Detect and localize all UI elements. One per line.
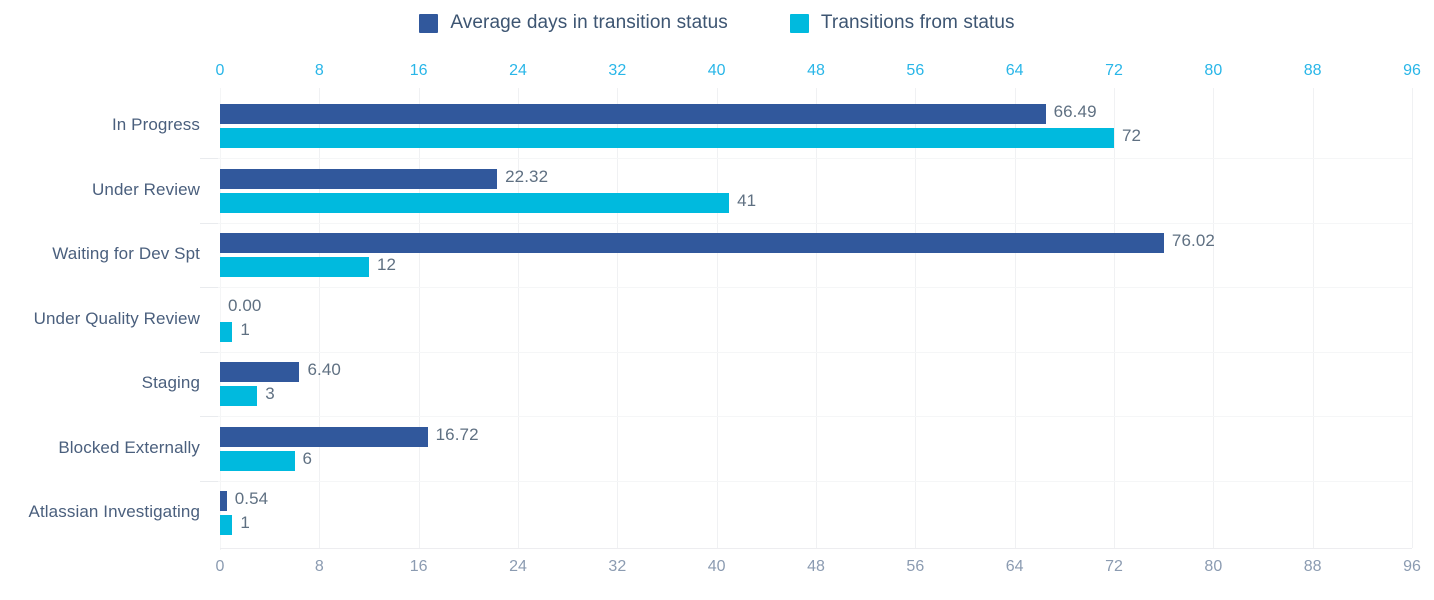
bar-transitions[interactable]: [220, 257, 369, 277]
category-label: Waiting for Dev Spt: [52, 244, 200, 263]
x-tick-bottom-32: 32: [608, 558, 627, 575]
bar-transitions[interactable]: [220, 450, 295, 471]
x-axis-baseline: [220, 548, 1412, 549]
bar-value-label: 76.02: [1171, 231, 1215, 250]
x-tick-top-88: 88: [1303, 62, 1322, 79]
x-tick-bottom-8: 8: [314, 558, 324, 575]
category-label: Staging: [141, 373, 200, 392]
category-label: Under Quality Review: [33, 308, 200, 328]
category-group: Under Quality Review 0.00 1: [34, 295, 1412, 346]
bar-transitions[interactable]: [220, 386, 258, 406]
legend-swatch-icon: [789, 13, 809, 33]
x-tick-bottom-56: 56: [906, 558, 925, 575]
bar-value-label: 22.32: [505, 166, 549, 186]
bar-value-label: 41: [737, 190, 757, 210]
bar-value-label: 6: [302, 448, 313, 468]
bar-avg-days[interactable]: [220, 233, 1164, 253]
x-tick-bottom-72: 72: [1105, 558, 1123, 575]
x-tick-top-48: 48: [807, 62, 825, 79]
y-axis-tick: [200, 158, 218, 159]
bar-transitions[interactable]: [220, 515, 233, 535]
y-axis-tick: [200, 287, 218, 288]
y-axis-tick: [200, 480, 218, 482]
category-separator: [200, 480, 1412, 482]
bar-avg-days[interactable]: [220, 362, 300, 382]
category-group: In Progress 66.49 72: [112, 102, 1412, 152]
bar-value-label: 0.54: [234, 489, 269, 508]
x-tick-bottom-0: 0: [215, 558, 225, 575]
x-tick-bottom-96: 96: [1403, 558, 1421, 575]
bar-value-label: 6.40: [307, 360, 341, 379]
category-separator: [200, 158, 1412, 159]
bar-avg-days[interactable]: [220, 168, 498, 189]
x-tick-bottom-16: 16: [409, 558, 428, 575]
y-axis-tick: [200, 416, 218, 417]
category-separator: [200, 287, 1412, 288]
category-group: Waiting for Dev Spt 76.02 12: [52, 231, 1412, 281]
x-tick-bottom-64: 64: [1005, 558, 1024, 575]
x-tick-top-32: 32: [608, 62, 627, 79]
y-axis-tick: [200, 351, 218, 353]
bar-value-label: 1: [240, 319, 250, 339]
category-label: Under Review: [92, 179, 200, 199]
bar-avg-days[interactable]: [220, 491, 227, 511]
chart-legend: Average days in transition status Transit…: [0, 12, 1434, 34]
bar-value-label: 16.72: [435, 424, 479, 444]
legend-swatch-icon: [419, 13, 439, 33]
bar-value-label: 66.49: [1053, 102, 1097, 121]
category-separator: [200, 416, 1412, 417]
legend-item-avg_days[interactable]: Average days in transition status: [419, 12, 728, 34]
x-tick-top-40: 40: [707, 62, 726, 79]
x-tick-top-0: 0: [215, 62, 225, 79]
x-tick-bottom-88: 88: [1303, 558, 1322, 575]
y-axis-tick: [200, 222, 218, 224]
x-tick-top-56: 56: [906, 62, 925, 79]
bar-value-label: 1: [240, 513, 250, 532]
x-tick-top-64: 64: [1005, 62, 1024, 79]
x-tick-top-24: 24: [509, 62, 527, 79]
bar-value-label: 3: [265, 384, 275, 403]
category-label: Blocked Externally: [58, 437, 200, 457]
category-group: Atlassian Investigating 0.54 1: [29, 489, 1412, 539]
x-tick-bottom-40: 40: [707, 558, 726, 575]
category-group: Blocked Externally 16.72 6: [58, 424, 1412, 475]
legend-label: Transitions from status: [820, 12, 1015, 33]
bar-chart: Average days in transition status Transit…: [0, 0, 1434, 600]
x-tick-top-96: 96: [1403, 62, 1421, 79]
plot-area: In Progress 66.49 72 Under Review 22.32 41 Wai…: [29, 88, 1413, 548]
bar-transitions[interactable]: [220, 321, 233, 342]
category-label: In Progress: [111, 115, 200, 134]
x-tick-top-16: 16: [409, 62, 428, 79]
x-tick-bottom-24: 24: [509, 558, 527, 575]
category-group: Staging 6.40 3: [142, 360, 1412, 410]
bar-avg-days[interactable]: [220, 104, 1046, 124]
bar-value-label: 12: [377, 255, 397, 274]
gridline: [1412, 88, 1413, 548]
category-group: Under Review 22.32 41: [92, 166, 1412, 217]
x-axis-bottom: 0 8 16 24 32 40 48 56 64 72 80 88 96: [216, 558, 1421, 582]
x-tick-top-80: 80: [1204, 62, 1223, 79]
x-tick-top-72: 72: [1105, 62, 1123, 79]
x-axis-top: 0 8 16 24 32 40 48 56 64 72 80 88 96: [216, 62, 1421, 84]
bar-transitions[interactable]: [220, 192, 730, 213]
legend-item-transitions[interactable]: Transitions from status: [789, 12, 1015, 34]
category-separator: [200, 351, 1412, 353]
bar-transitions[interactable]: [220, 128, 1114, 148]
x-tick-bottom-80: 80: [1204, 558, 1223, 575]
category-label: Atlassian Investigating: [28, 502, 200, 521]
x-tick-bottom-48: 48: [807, 558, 825, 575]
legend-label: Average days in transition status: [450, 12, 728, 33]
x-tick-top-8: 8: [314, 62, 324, 79]
category-separator: [200, 222, 1412, 224]
bar-value-label: 0.00: [228, 295, 262, 315]
bar-value-label: 72: [1122, 126, 1142, 145]
bar-avg-days[interactable]: [220, 426, 428, 447]
